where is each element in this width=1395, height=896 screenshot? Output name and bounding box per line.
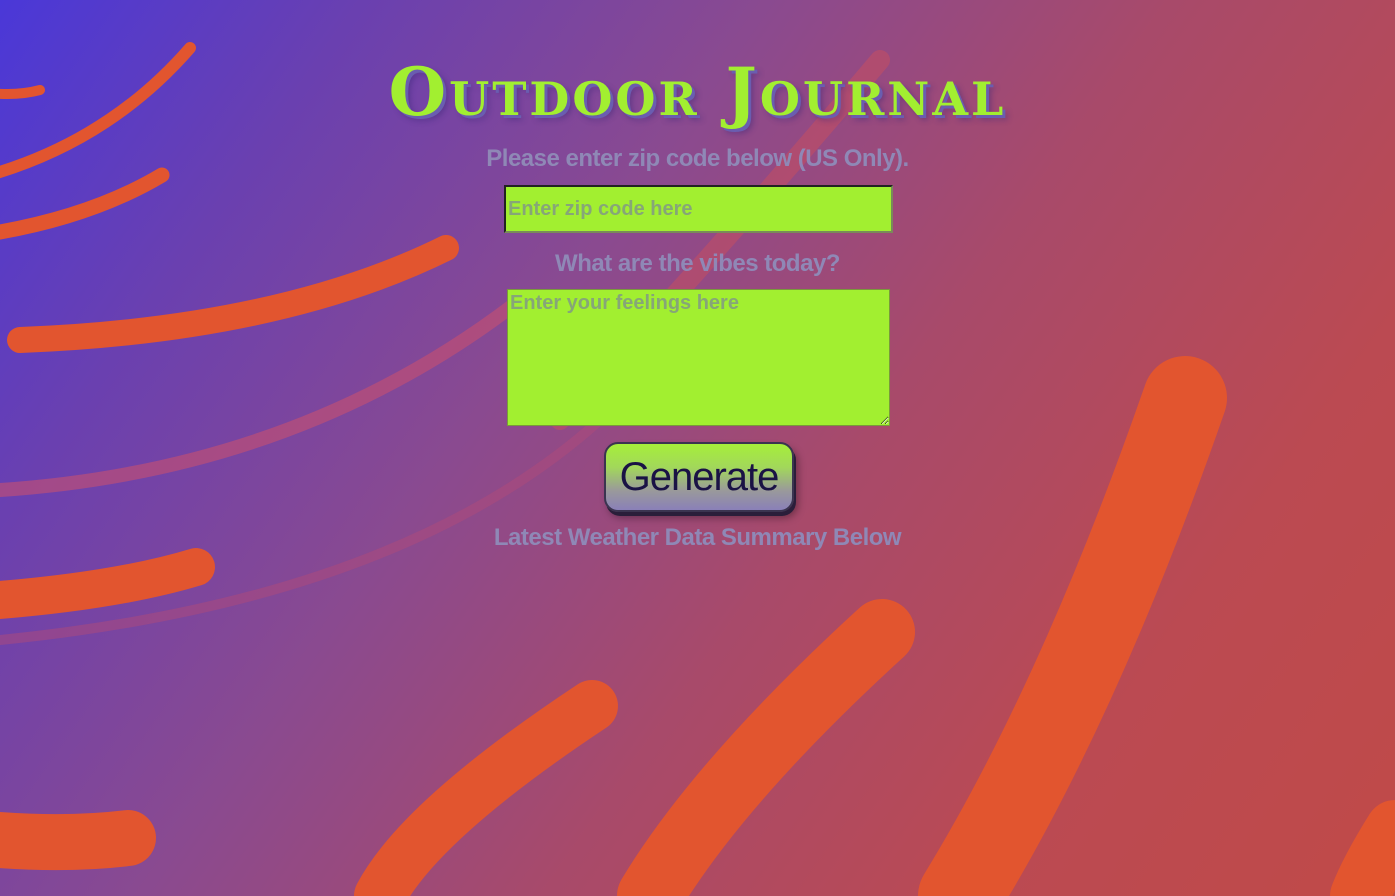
journal-app: Outdoor Journal Please enter zip code be… <box>0 0 1395 896</box>
feelings-label: What are the vibes today? <box>555 250 840 277</box>
feelings-textarea[interactable] <box>507 289 890 426</box>
zip-input[interactable] <box>504 185 893 233</box>
weather-summary-title: Latest Weather Data Summary Below <box>493 524 902 551</box>
zip-label: Please enter zip code below (US Only). <box>486 145 909 172</box>
page-title: Outdoor Journal <box>388 53 1007 131</box>
generate-button[interactable]: Generate <box>604 442 794 512</box>
